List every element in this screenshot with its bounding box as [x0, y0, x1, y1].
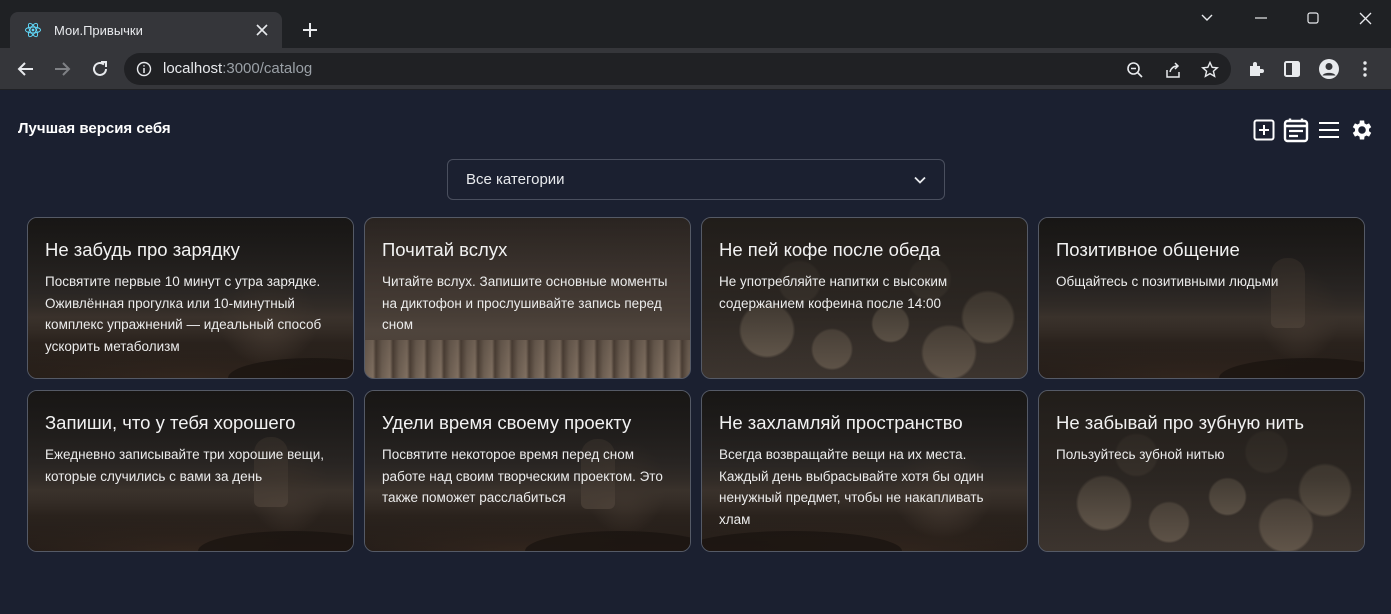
habit-card-description: Ежедневно записывайте три хорошие вещи, …: [45, 447, 324, 484]
category-select[interactable]: Все категории: [447, 159, 945, 200]
habit-card[interactable]: Не захламляй пространство Всегда возвращ…: [701, 390, 1028, 552]
browser-toolbar: localhost:3000/catalog: [0, 48, 1391, 90]
brand-title[interactable]: Лучшая версия себя: [18, 120, 171, 137]
habit-card-title: Не забудь про зарядку: [45, 239, 240, 260]
address-bar[interactable]: localhost:3000/catalog: [124, 53, 1231, 85]
share-icon[interactable]: [1162, 59, 1184, 81]
habit-card-description: Посвятите первые 10 минут с утра зарядке…: [45, 274, 322, 354]
browser-menu-icon[interactable]: [1351, 55, 1379, 83]
habit-card-title: Запиши, что у тебя хорошего: [45, 412, 296, 433]
side-panel-icon[interactable]: [1278, 55, 1306, 83]
url-text: localhost:3000/catalog: [163, 60, 312, 77]
back-arrow-icon[interactable]: [12, 55, 40, 83]
habit-card-description: Общайтесь с позитивными людьми: [1056, 274, 1279, 289]
reload-icon[interactable]: [86, 55, 114, 83]
habit-card-title: Не пей кофе после обеда: [719, 239, 941, 260]
maximize-icon[interactable]: [1287, 0, 1339, 36]
habit-card-description: Пользуйтесь зубной нитью: [1056, 447, 1225, 462]
habit-card[interactable]: Не забудь про зарядку Посвятите первые 1…: [27, 217, 354, 379]
habit-card[interactable]: Не забывай про зубную нить Пользуйтесь з…: [1038, 390, 1365, 552]
react-favicon-icon: [24, 21, 42, 39]
habit-card[interactable]: Не пей кофе после обеда Не употребляйте …: [701, 217, 1028, 379]
habit-card-title: Не захламляй пространство: [719, 412, 963, 433]
gear-icon[interactable]: [1349, 117, 1375, 143]
chevron-down-icon: [914, 171, 926, 189]
habit-card[interactable]: Позитивное общение Общайтесь с позитивны…: [1038, 217, 1365, 379]
habit-card-title: Почитай вслух: [382, 239, 508, 260]
habit-catalog-grid: Не забудь про зарядку Посвятите первые 1…: [27, 217, 1365, 552]
habit-card[interactable]: Удели время своему проекту Посвятите нек…: [364, 390, 691, 552]
habit-card[interactable]: Почитай вслух Читайте вслух. Запишите ос…: [364, 217, 691, 379]
habit-card-description: Не употребляйте напитки с высоким содерж…: [719, 274, 948, 311]
habit-card-title: Позитивное общение: [1056, 239, 1240, 260]
url-host: localhost: [163, 60, 223, 77]
browser-tab[interactable]: Мои.Привычки: [10, 12, 282, 48]
habit-card[interactable]: Запиши, что у тебя хорошего Ежедневно за…: [27, 390, 354, 552]
menu-icon[interactable]: [1316, 117, 1342, 143]
window-close-icon[interactable]: [1339, 0, 1391, 36]
habit-card-description: Посвятите некоторое время перед сном раб…: [382, 447, 663, 505]
browser-tab-strip: Мои.Привычки: [0, 0, 1391, 48]
url-path: :3000/catalog: [222, 60, 313, 77]
habit-card-description: Читайте вслух. Запишите основные моменты…: [382, 274, 668, 332]
tab-close-icon[interactable]: [252, 20, 272, 40]
extensions-icon[interactable]: [1242, 55, 1270, 83]
zoom-icon[interactable]: [1124, 59, 1146, 81]
site-info-icon[interactable]: [136, 61, 152, 82]
calendar-list-icon[interactable]: [1283, 117, 1309, 143]
habit-card-description: Всегда возвращайте вещи на их места. Каж…: [719, 447, 984, 527]
forward-arrow-icon[interactable]: [48, 55, 76, 83]
new-tab-button[interactable]: [296, 16, 324, 44]
app-page: Лучшая версия себя Все категории Не забу…: [0, 91, 1391, 614]
habit-card-title: Не забывай про зубную нить: [1056, 412, 1305, 433]
minimize-icon[interactable]: [1235, 0, 1287, 36]
tab-search-chevron-icon[interactable]: [1181, 0, 1233, 36]
bookmark-star-icon[interactable]: [1199, 59, 1221, 81]
habit-card-title: Удели время своему проекту: [382, 412, 632, 433]
add-box-icon[interactable]: [1251, 117, 1277, 143]
category-select-value: Все категории: [466, 171, 565, 188]
tab-title: Мои.Привычки: [54, 22, 143, 38]
profile-avatar-icon[interactable]: [1315, 55, 1343, 83]
